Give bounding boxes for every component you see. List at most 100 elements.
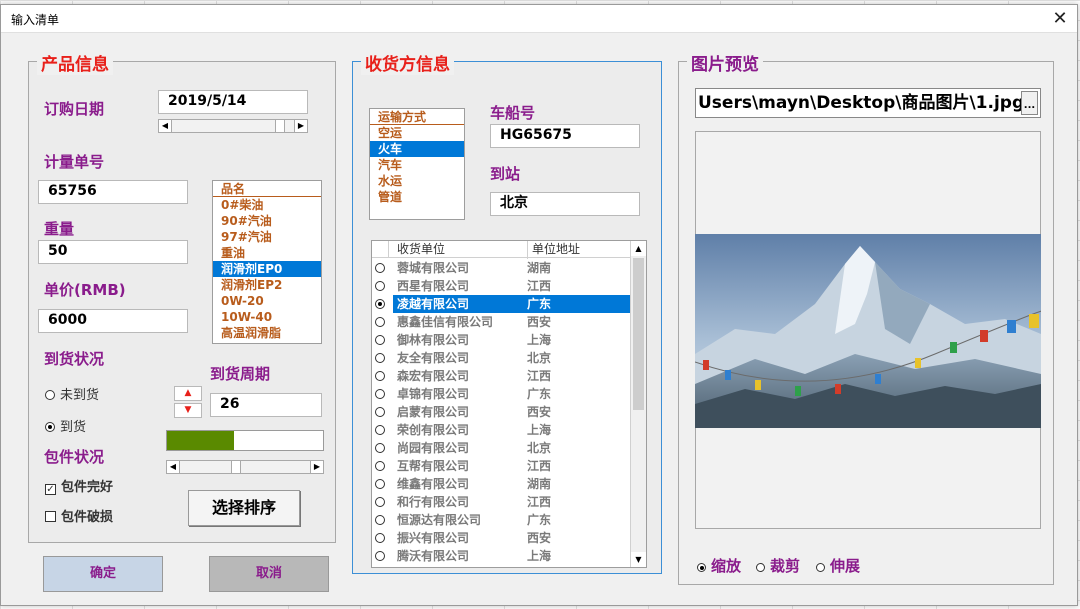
radio-arrived-icon[interactable]	[45, 422, 55, 432]
table-row[interactable]: 西星有限公司 江西	[372, 277, 630, 295]
row-radio-icon[interactable]	[375, 461, 385, 471]
order-date-scrollbar[interactable]: ◀ ▶	[158, 119, 308, 133]
mode-zoom-label: 缩放	[711, 557, 742, 575]
product-list-item[interactable]: 重油	[213, 245, 321, 261]
sort-button[interactable]: 选择排序	[188, 490, 300, 526]
scroll-right-icon[interactable]: ▶	[294, 120, 307, 132]
spin-down-icon[interactable]: ▼	[174, 403, 202, 418]
scroll-thumb[interactable]	[633, 258, 644, 410]
row-radio-icon[interactable]	[375, 317, 385, 327]
row-radio-icon[interactable]	[375, 299, 385, 309]
mode-crop-icon[interactable]	[756, 563, 765, 572]
mode-zoom-icon[interactable]	[697, 563, 706, 572]
row-radio-icon[interactable]	[375, 263, 385, 273]
scroll-thumb[interactable]	[275, 120, 285, 132]
arrival-cycle-scrollbar[interactable]: ◀ ▶	[166, 460, 324, 474]
table-row[interactable]: 腾沃有限公司 上海	[372, 547, 630, 565]
product-list-item[interactable]: 高温润滑脂	[213, 325, 321, 341]
vehicle-no-label: 车船号	[490, 104, 536, 122]
product-list-item[interactable]: 90#汽油	[213, 213, 321, 229]
table-row[interactable]: 和行有限公司 江西	[372, 493, 630, 511]
product-list-item[interactable]: 97#汽油	[213, 229, 321, 245]
row-radio-icon[interactable]	[375, 479, 385, 489]
grid-header-unit: 收货单位	[397, 242, 446, 256]
order-date-field[interactable]: 2019/5/14	[158, 90, 308, 114]
cancel-button[interactable]: 取消	[209, 556, 329, 592]
scroll-down-icon[interactable]: ▼	[631, 552, 646, 567]
title-bar: 输入清单 ✕	[1, 5, 1077, 33]
table-row[interactable]: 荣创有限公司 上海	[372, 421, 630, 439]
mode-crop[interactable]: 裁剪	[756, 555, 800, 576]
row-unit-cell: 尚园有限公司	[397, 441, 470, 455]
radio-not-arrived[interactable]: 未到货	[45, 384, 99, 403]
mode-stretch-icon[interactable]	[816, 563, 825, 572]
scroll-up-icon[interactable]: ▲	[631, 241, 646, 256]
transport-list-item[interactable]: 火车	[370, 141, 464, 157]
radio-not-arrived-icon[interactable]	[45, 390, 55, 400]
table-row[interactable]: 友全有限公司 北京	[372, 349, 630, 367]
table-row[interactable]: 维鑫有限公司 湖南	[372, 475, 630, 493]
check-package-broken[interactable]: 包件破损	[45, 506, 113, 525]
table-row[interactable]: 恒源达有限公司 广东	[372, 511, 630, 529]
browse-button[interactable]: ...	[1021, 91, 1038, 115]
row-radio-icon[interactable]	[375, 335, 385, 345]
arrival-cycle-field[interactable]: 26	[210, 393, 322, 417]
transport-list-item[interactable]: 水运	[370, 173, 464, 189]
row-radio-icon[interactable]	[375, 497, 385, 507]
row-radio-icon[interactable]	[375, 371, 385, 381]
table-row[interactable]: 森宏有限公司 江西	[372, 367, 630, 385]
ok-button[interactable]: 确定	[43, 556, 163, 592]
mode-zoom[interactable]: 缩放	[697, 555, 741, 576]
transport-list-item[interactable]: 管道	[370, 189, 464, 205]
row-radio-icon[interactable]	[375, 407, 385, 417]
check-package-ok-label: 包件完好	[61, 480, 114, 495]
check-package-ok[interactable]: ✓ 包件完好	[45, 476, 113, 495]
mode-stretch[interactable]: 伸展	[816, 555, 860, 576]
scroll-left-icon[interactable]: ◀	[167, 461, 180, 473]
table-row[interactable]: 凌越有限公司 广东	[372, 295, 630, 313]
product-name-listbox[interactable]: 品名 0#柴油 90#汽油 97#汽油 重油 润滑剂EP0 润滑剂EP2 0W-20 10W-…	[212, 180, 322, 344]
close-icon[interactable]: ✕	[1043, 5, 1077, 33]
weight-field[interactable]: 50	[38, 240, 188, 264]
row-unit-cell: 森宏有限公司	[397, 369, 470, 383]
row-radio-icon[interactable]	[375, 443, 385, 453]
consignee-grid-scrollbar[interactable]: ▲ ▼	[630, 241, 646, 567]
vehicle-no-field[interactable]: HG65675	[490, 124, 640, 148]
row-radio-icon[interactable]	[375, 515, 385, 525]
row-radio-icon[interactable]	[375, 281, 385, 291]
scroll-right-icon[interactable]: ▶	[310, 461, 323, 473]
table-row[interactable]: 振兴有限公司 西安	[372, 529, 630, 547]
table-row[interactable]: 御林有限公司 上海	[372, 331, 630, 349]
table-row[interactable]: 蓉城有限公司 湖南	[372, 259, 630, 277]
row-radio-icon[interactable]	[375, 425, 385, 435]
scroll-left-icon[interactable]: ◀	[159, 120, 172, 132]
table-row[interactable]: 尚园有限公司 北京	[372, 439, 630, 457]
table-row[interactable]: 卓锦有限公司 广东	[372, 385, 630, 403]
spin-up-icon[interactable]: ▲	[174, 386, 202, 401]
check-package-broken-box[interactable]	[45, 511, 56, 522]
row-unit-cell: 振兴有限公司	[397, 531, 470, 545]
table-row[interactable]: 惠鑫佳信有限公司 西安	[372, 313, 630, 331]
destination-field[interactable]: 北京	[490, 192, 640, 216]
check-package-ok-box[interactable]: ✓	[45, 484, 56, 495]
product-list-item[interactable]: 10W-40	[213, 309, 321, 325]
price-field[interactable]: 6000	[38, 309, 188, 333]
row-radio-icon[interactable]	[375, 353, 385, 363]
table-row[interactable]: 启蒙有限公司 西安	[372, 403, 630, 421]
product-list-item[interactable]: 0#柴油	[213, 197, 321, 213]
consignee-grid[interactable]: 收货单位 单位地址 蓉城有限公司 湖南 西星有限公司 江西 凌越有限公司 广东 惠鑫佳信有限…	[371, 240, 647, 568]
table-row[interactable]: 互帮有限公司 江西	[372, 457, 630, 475]
scroll-thumb[interactable]	[231, 461, 241, 473]
transport-list-item[interactable]: 汽车	[370, 157, 464, 173]
product-list-item[interactable]: 润滑剂EP0	[213, 261, 321, 277]
row-radio-icon[interactable]	[375, 389, 385, 399]
image-path-field[interactable]: Users\mayn\Desktop\商品图片\1.jpg	[695, 88, 1041, 118]
measure-no-field[interactable]: 65756	[38, 180, 188, 204]
row-radio-icon[interactable]	[375, 533, 385, 543]
row-radio-icon[interactable]	[375, 551, 385, 561]
transport-listbox[interactable]: 运输方式 空运 火车 汽车 水运 管道	[369, 108, 465, 220]
product-list-item[interactable]: 0W-20	[213, 293, 321, 309]
transport-list-item[interactable]: 空运	[370, 125, 464, 141]
product-list-item[interactable]: 润滑剂EP2	[213, 277, 321, 293]
radio-arrived[interactable]: 到货	[45, 416, 86, 435]
